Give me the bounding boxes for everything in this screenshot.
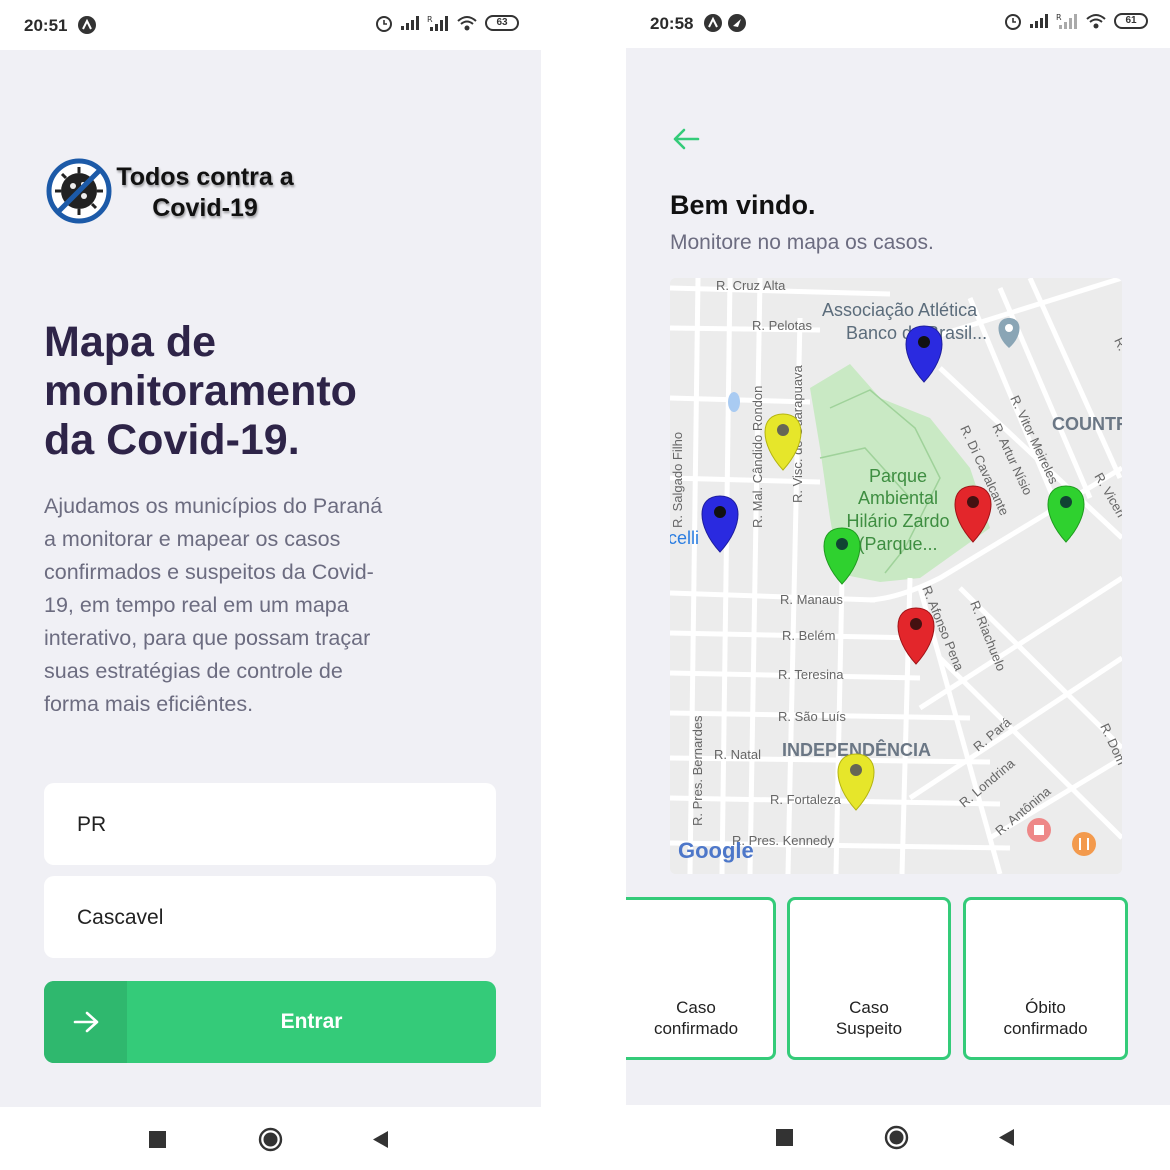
home-button[interactable] xyxy=(258,1127,283,1152)
park-label-line2: Ambiental xyxy=(858,488,938,508)
page-description: Ajudamos os municípios do Paraná a monit… xyxy=(44,494,383,716)
park-label-line3: Hilário Zardo xyxy=(846,511,949,531)
wifi-icon xyxy=(1086,14,1106,29)
card-caso-confirmado[interactable]: Caso confirmado xyxy=(626,897,776,1060)
battery-level: 63 xyxy=(496,17,508,28)
cases-map[interactable]: R. Cruz Alta R. Pelotas R. Visc. de Guar… xyxy=(670,278,1122,874)
battery-level: 61 xyxy=(1125,15,1137,26)
signal-icon xyxy=(1030,14,1048,28)
place-label: celli xyxy=(670,528,699,548)
back-nav-button[interactable] xyxy=(998,1128,1015,1147)
welcome-title: Bem vindo. xyxy=(670,190,816,220)
signal-roaming-icon: R xyxy=(427,15,448,31)
uf-select[interactable]: PR xyxy=(44,783,496,865)
svg-text:R: R xyxy=(427,15,433,24)
logo-text: Todos contra a Covid-19 xyxy=(108,162,302,224)
street-label: R. Pelotas xyxy=(752,318,812,333)
street-label: R. Natal xyxy=(714,747,761,762)
login-screen: 20:51 R 63 Todos contra a Covid-19 Mapa … xyxy=(0,0,541,1170)
uf-select-value: PR xyxy=(77,813,107,836)
street-label: R. Belém xyxy=(782,628,835,643)
card-label: Caso Suspeito xyxy=(835,998,903,1038)
svg-text:R: R xyxy=(1056,13,1062,22)
system-nav-bar xyxy=(626,1105,1170,1170)
welcome-subtitle: Monitore no mapa os casos. xyxy=(670,231,934,254)
status-icons: R 61 xyxy=(1004,12,1148,30)
alarm-icon xyxy=(1005,14,1021,30)
status-time: 20:58 xyxy=(650,14,694,33)
card-caso-suspeito[interactable]: Caso Suspeito xyxy=(787,897,951,1060)
alarm-icon xyxy=(376,16,392,32)
status-time: 20:51 xyxy=(24,16,68,35)
arrow-right-icon xyxy=(73,1011,98,1033)
recent-apps-button[interactable] xyxy=(149,1131,166,1148)
status-bar: 20:51 R 63 xyxy=(0,0,541,50)
recent-apps-button[interactable] xyxy=(776,1129,793,1146)
card-label: Caso confirmado xyxy=(653,998,739,1038)
navigation-notification-icon xyxy=(728,14,746,32)
signal-roaming-icon: R xyxy=(1056,13,1077,29)
google-logo: Google xyxy=(678,838,754,863)
enter-button[interactable]: Entrar xyxy=(44,981,496,1063)
park-label-line1: Parque xyxy=(869,466,927,486)
logo-text-line1: Todos contra a xyxy=(116,163,294,191)
page-title: Mapa de monitoramento da Covid-19. xyxy=(44,318,357,464)
restaurant-pin-icon xyxy=(1072,832,1096,856)
neighborhood-label: COUNTR xyxy=(1052,414,1122,434)
street-label: R. Cruz Alta xyxy=(716,278,786,293)
hospital-pin-icon xyxy=(1027,818,1051,842)
system-nav-bar xyxy=(0,1107,541,1170)
home-button[interactable] xyxy=(884,1125,909,1150)
app-notification-icon xyxy=(704,14,722,32)
status-bar: 20:58 R 61 xyxy=(626,0,1170,50)
street-label: R. São Luís xyxy=(778,709,846,724)
city-select-value: Cascavel xyxy=(77,906,164,929)
street-label: R. Fortaleza xyxy=(770,792,842,807)
card-label: Óbito confirmado xyxy=(1003,998,1088,1038)
back-nav-button[interactable] xyxy=(372,1130,389,1149)
street-label: R. Salgado Filho xyxy=(670,432,685,528)
card-obito-confirmado[interactable]: Óbito confirmado xyxy=(963,897,1128,1060)
battery-icon: 61 xyxy=(1114,13,1148,29)
street-label: R. Teresina xyxy=(778,667,844,682)
back-arrow-icon[interactable] xyxy=(672,127,700,151)
app-notification-icon xyxy=(78,16,96,34)
battery-icon: 63 xyxy=(485,15,519,31)
street-label: R. Mal. Cândido Rondon xyxy=(750,386,765,528)
park-label-line4: (Parque... xyxy=(858,534,937,554)
logo-text-line2: Covid-19 xyxy=(152,194,258,222)
wifi-icon xyxy=(457,16,477,31)
street-label: R. Pres. Bernardes xyxy=(690,715,705,826)
city-select[interactable]: Cascavel xyxy=(44,876,496,958)
enter-button-label: Entrar xyxy=(280,1010,343,1033)
status-icons: R 63 xyxy=(375,14,519,32)
signal-icon xyxy=(401,16,419,30)
map-screen: 20:58 R 61 Bem vindo. Monitore no mapa o… xyxy=(626,0,1170,1170)
enter-icon-box xyxy=(44,981,127,1063)
street-label: R. Manaus xyxy=(780,592,843,607)
poi-label-line1: Associação Atlética xyxy=(822,300,978,320)
